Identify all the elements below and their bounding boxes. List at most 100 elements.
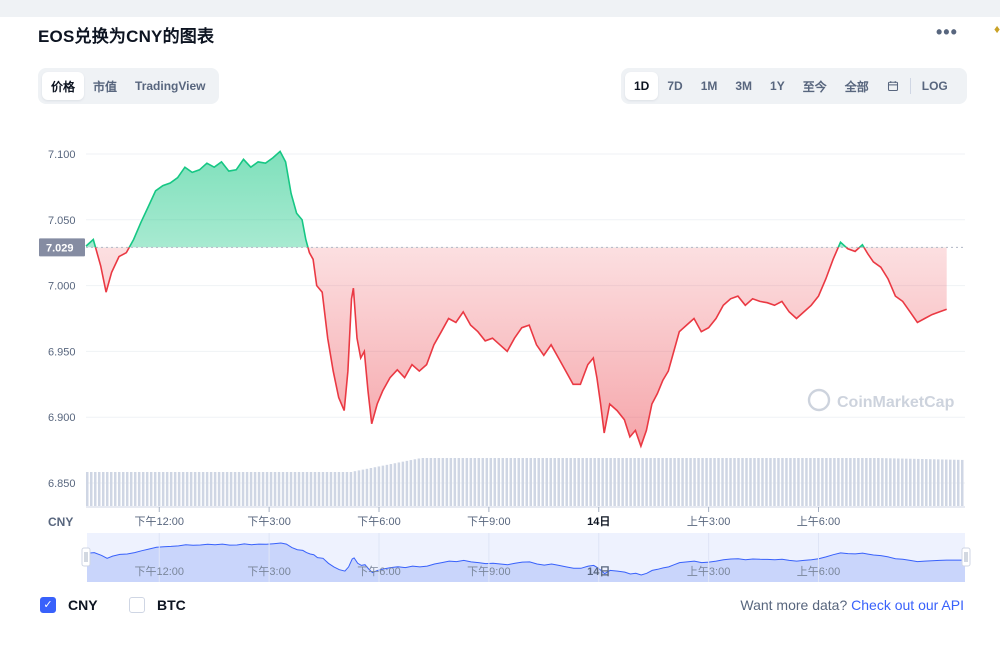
watermark-text: CoinMarketCap bbox=[837, 394, 955, 411]
volume-bar bbox=[241, 472, 245, 506]
volume-bar bbox=[521, 458, 525, 506]
volume-bar bbox=[485, 458, 489, 506]
volume-bar bbox=[125, 472, 129, 506]
volume-bar bbox=[129, 472, 133, 506]
volume-bar bbox=[557, 458, 560, 506]
volume-bar bbox=[753, 458, 756, 506]
volume-bar bbox=[949, 459, 952, 506]
legend-label: BTC bbox=[157, 597, 186, 613]
volume-bar bbox=[449, 458, 453, 506]
volume-bar bbox=[961, 459, 964, 506]
volume-bar bbox=[121, 472, 125, 506]
volume-bar bbox=[501, 458, 505, 506]
volume-bar bbox=[289, 472, 293, 506]
volume-bar bbox=[253, 472, 257, 506]
api-link[interactable]: Check out our API bbox=[851, 597, 964, 613]
volume-bar bbox=[881, 458, 884, 506]
volume-bar bbox=[649, 458, 652, 506]
volume-bar bbox=[365, 468, 369, 506]
volume-bar bbox=[925, 459, 928, 506]
volume-bar bbox=[353, 471, 357, 506]
volume-bar bbox=[837, 458, 840, 506]
more-data-text: Want more data? bbox=[740, 597, 848, 613]
volume-bar bbox=[585, 458, 588, 506]
volume-bar bbox=[169, 472, 173, 506]
y-tick-label: 6.950 bbox=[48, 346, 76, 358]
volume-bar bbox=[317, 472, 321, 506]
volume-bar bbox=[889, 458, 892, 506]
volume-bar bbox=[157, 472, 161, 506]
volume-bar bbox=[277, 472, 281, 506]
volume-bar bbox=[861, 458, 864, 506]
volume-bar bbox=[905, 458, 908, 506]
volume-bar bbox=[149, 472, 153, 506]
volume-bar bbox=[797, 458, 800, 506]
volume-bar bbox=[533, 458, 536, 506]
volume-bar bbox=[273, 472, 277, 506]
brush-tick-label: 下午9:00 bbox=[467, 565, 510, 578]
volume-bar bbox=[601, 458, 604, 506]
volume-bar bbox=[805, 458, 808, 506]
volume-bar bbox=[853, 458, 856, 506]
watermark: CoinMarketCap bbox=[807, 388, 955, 412]
volume-bar bbox=[629, 458, 632, 506]
volume-bar bbox=[413, 459, 417, 506]
x-tick-label: 上午3:00 bbox=[687, 515, 730, 528]
volume-bar bbox=[453, 458, 457, 506]
legend-btc[interactable]: BTC bbox=[129, 597, 186, 613]
volume-bar bbox=[957, 459, 960, 506]
volume-bar bbox=[681, 458, 684, 506]
volume-bar bbox=[397, 462, 401, 506]
volume-bar bbox=[937, 459, 940, 506]
volume-bar bbox=[729, 458, 732, 506]
brush-handle-right[interactable] bbox=[961, 547, 971, 567]
volume-bar bbox=[205, 472, 209, 506]
volume-bar bbox=[421, 458, 425, 506]
volume-bar bbox=[437, 458, 441, 506]
volume-bar bbox=[265, 472, 269, 506]
volume-bar bbox=[677, 458, 680, 506]
volume-bar bbox=[933, 459, 936, 506]
y-tick-label: 6.850 bbox=[48, 478, 76, 490]
volume-bar bbox=[221, 472, 225, 506]
volume-bar bbox=[233, 472, 237, 506]
volume-bar bbox=[93, 472, 97, 506]
volume-bar bbox=[641, 458, 644, 506]
volume-bar bbox=[605, 458, 608, 506]
legend-cny[interactable]: ✓ CNY bbox=[40, 597, 98, 613]
volume-bar bbox=[105, 472, 109, 506]
volume-bar bbox=[709, 458, 712, 506]
volume-bar bbox=[153, 472, 157, 506]
volume-bar bbox=[393, 463, 397, 506]
volume-bar bbox=[417, 458, 421, 506]
y-tick-label: 7.100 bbox=[48, 149, 76, 161]
volume-bar bbox=[201, 472, 205, 506]
volume-bar bbox=[697, 458, 700, 506]
checkbox-checked-icon[interactable]: ✓ bbox=[40, 597, 56, 613]
volume-bar bbox=[945, 459, 948, 506]
volume-bar bbox=[461, 458, 465, 506]
volume-bar bbox=[341, 472, 345, 506]
volume-bar bbox=[401, 461, 405, 506]
volume-bar bbox=[633, 458, 636, 506]
volume-bar bbox=[445, 458, 449, 506]
volume-bar bbox=[377, 466, 381, 506]
volume-bar bbox=[361, 469, 365, 506]
volume-bar bbox=[813, 458, 816, 506]
volume-bar bbox=[821, 458, 824, 506]
volume-bar bbox=[757, 458, 760, 506]
checkbox-unchecked-icon[interactable] bbox=[129, 597, 145, 613]
volume-bar bbox=[561, 458, 564, 506]
reference-value-label: 7.029 bbox=[46, 242, 74, 254]
volume-bar bbox=[357, 470, 361, 506]
volume-bar bbox=[285, 472, 289, 506]
volume-bar bbox=[609, 458, 612, 506]
volume-bar bbox=[537, 458, 540, 506]
volume-bar bbox=[565, 458, 568, 506]
coinmarketcap-logo-icon bbox=[807, 388, 831, 412]
volume-bar bbox=[809, 458, 812, 506]
x-tick-label: 下午9:00 bbox=[467, 515, 510, 528]
volume-bar bbox=[545, 458, 548, 506]
volume-bar bbox=[477, 458, 481, 506]
brush-handle-left[interactable] bbox=[81, 547, 91, 567]
